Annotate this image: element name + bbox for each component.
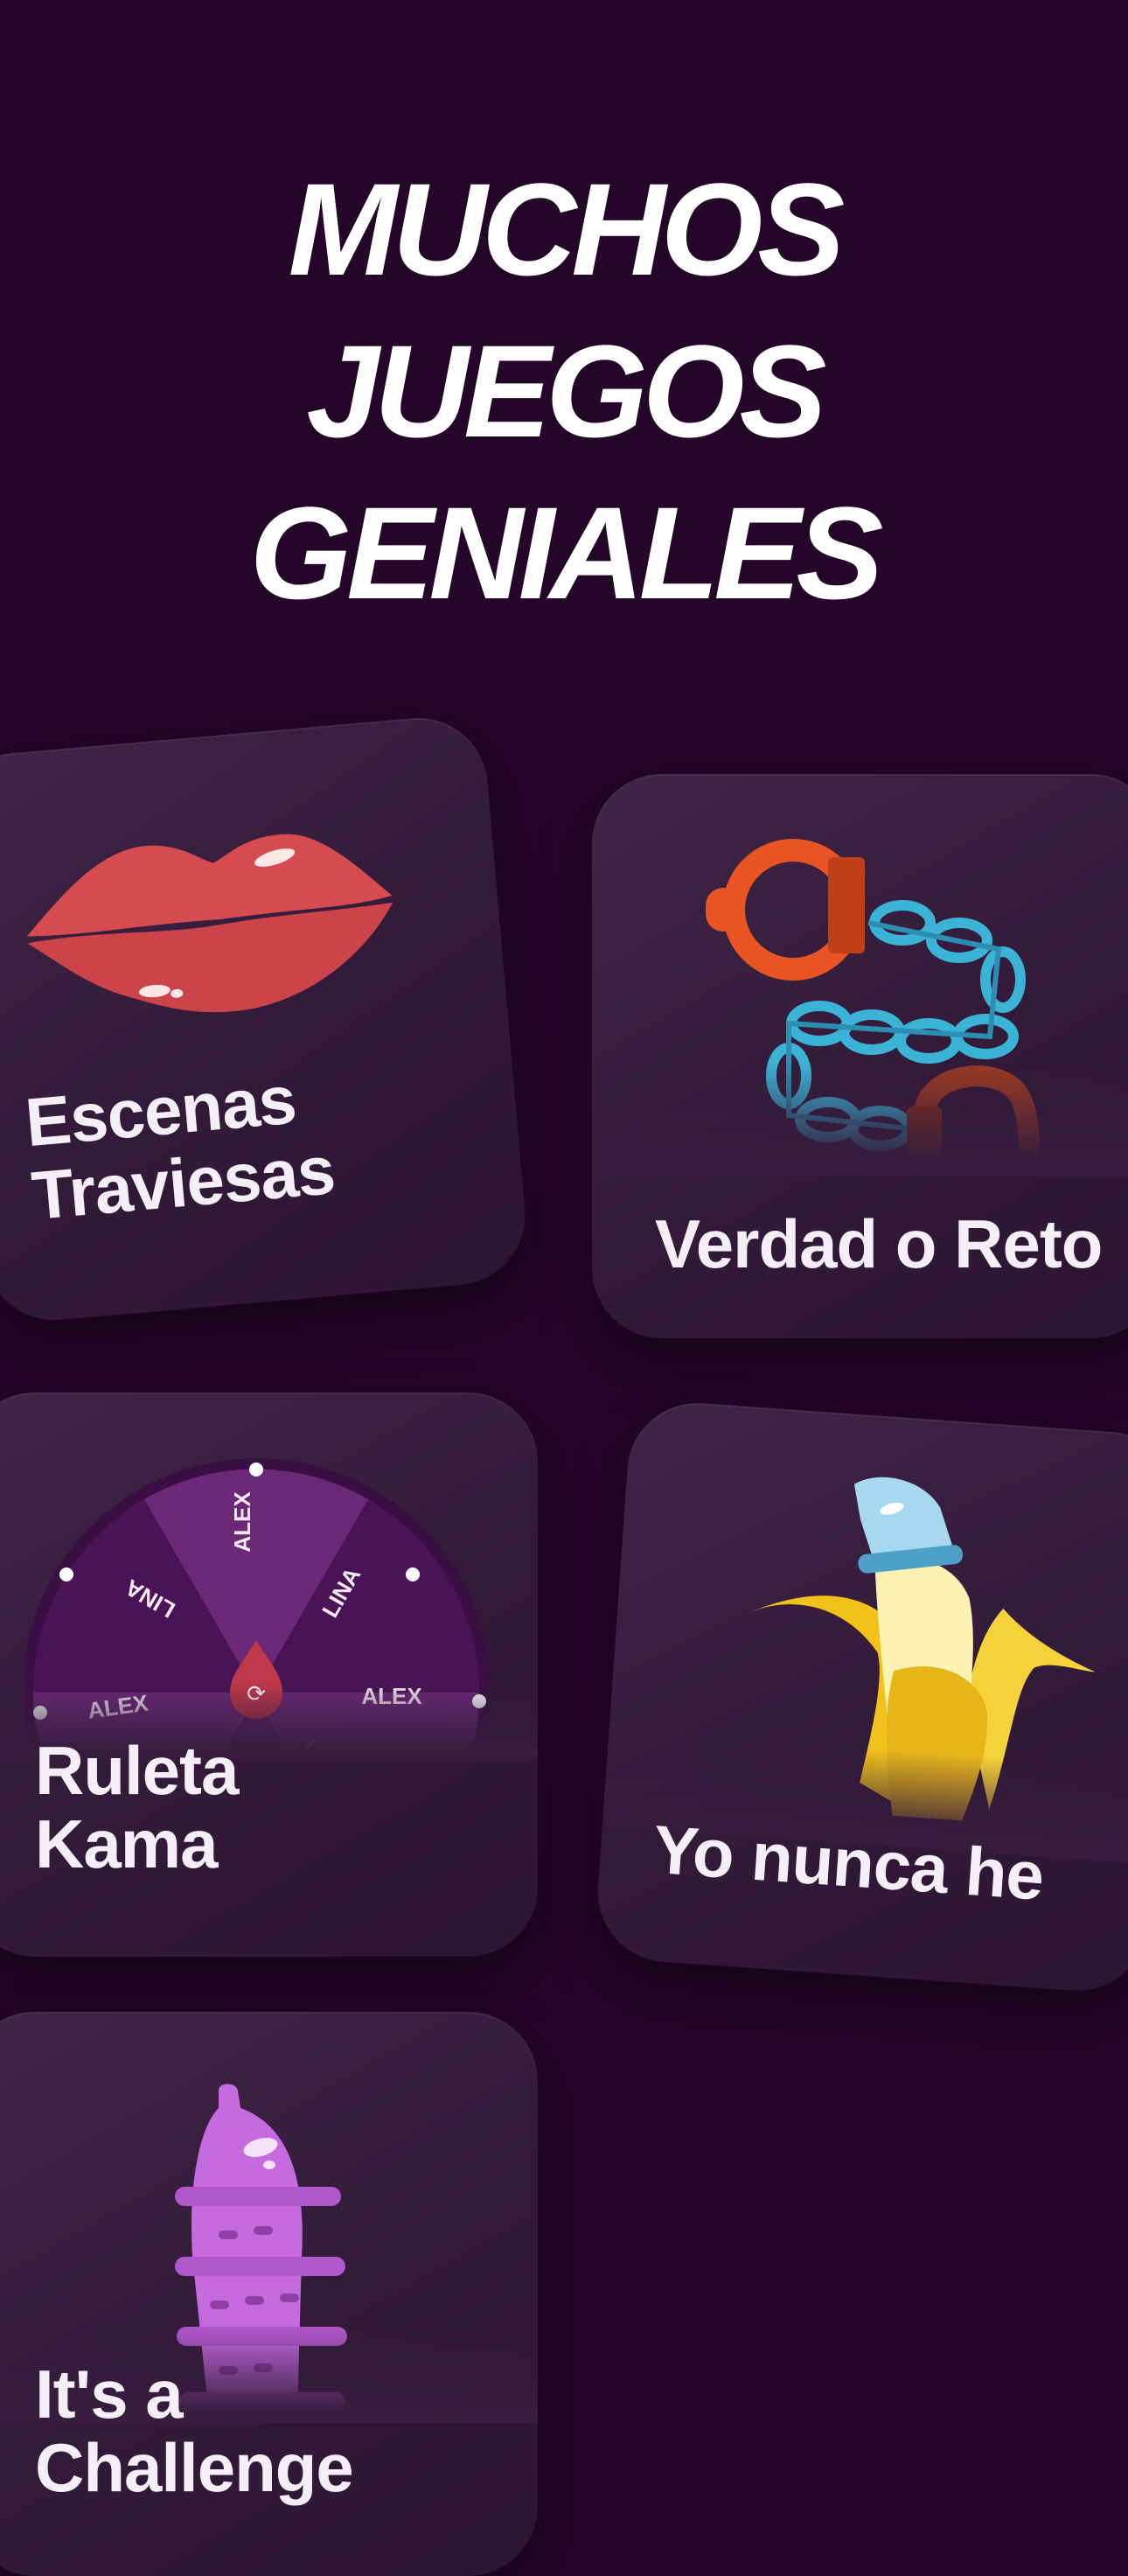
game-card-escenas-traviesas[interactable]: Escenas Traviesas — [0, 712, 532, 1326]
lips-icon — [9, 799, 410, 1041]
game-title: Escenas Traviesas — [22, 1060, 338, 1234]
banana-condom-icon — [725, 1459, 1117, 1851]
handcuffs-icon — [706, 827, 1055, 1160]
wheel-label: ALEX — [229, 1491, 255, 1553]
game-title: It's a Challenge — [35, 2356, 354, 2506]
game-card-verdad-o-reto[interactable]: Verdad o Reto — [592, 774, 1128, 1338]
game-card-yo-nunca-he[interactable]: Yo nunca he — [593, 1398, 1128, 1996]
game-card-challenge[interactable]: It's a Challenge — [0, 2012, 538, 2576]
game-title: Ruleta Kama — [35, 1732, 239, 1882]
svg-text:⟳: ⟳ — [247, 1681, 266, 1707]
headline-line-3: GENIALES — [249, 479, 884, 626]
game-card-ruleta-kama[interactable]: ALEX LINA ALEX LINA ALEX LINA ⟳ Ruleta K… — [0, 1393, 538, 1957]
wheel-label: ALEX — [361, 1683, 422, 1709]
game-title: Verdad o Reto — [655, 1205, 1103, 1282]
headline-line-1: MUCHOS — [288, 156, 846, 303]
page-title: MUCHOS JUEGOS GENIALES — [0, 149, 1128, 634]
headline-line-2: JUEGOS — [306, 318, 826, 464]
